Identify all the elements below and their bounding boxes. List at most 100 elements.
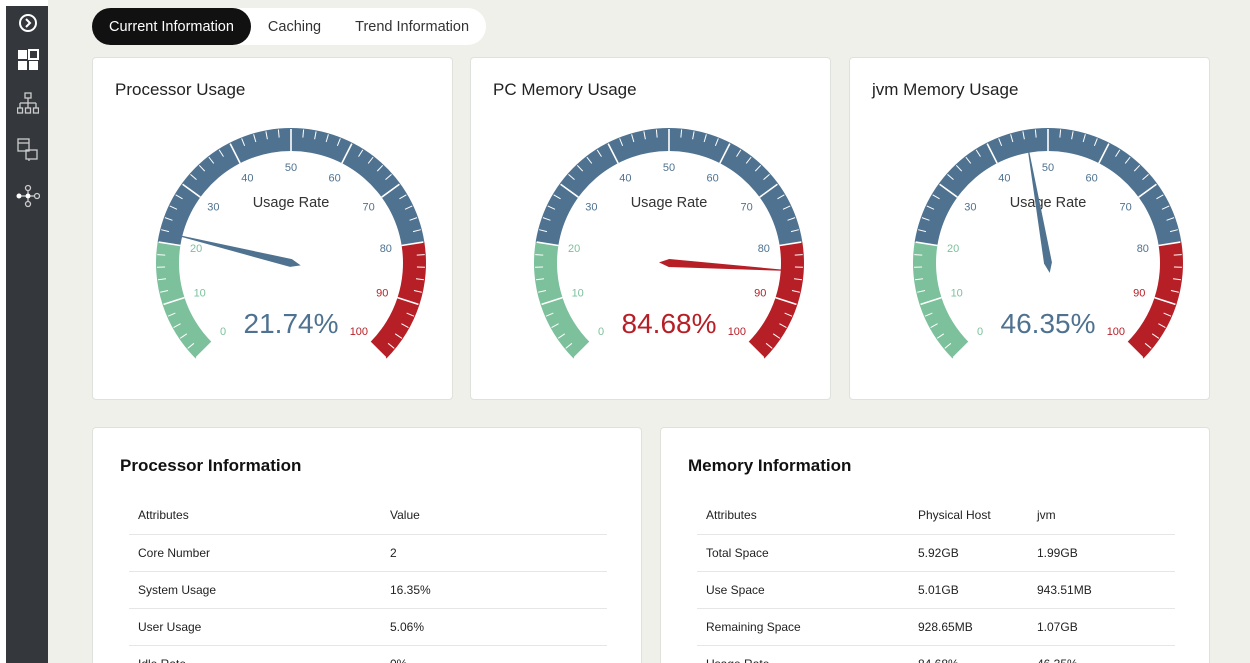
table-cell: 5.92GB [909,534,1028,572]
gauge-value: 46.35% [1001,308,1096,339]
tab-current-information[interactable]: Current Information [92,8,251,45]
header-cell: Attributes [697,497,909,535]
gauge-tick-label: 100 [350,326,368,338]
tab-bar: Current Information Caching Trend Inform… [92,8,487,45]
gauge-tick-label: 70 [741,202,753,214]
gauge-minor-tick [914,254,923,256]
table-row: Remaining Space 928.65MB 1.07GB [697,608,1175,646]
gauge-tick-label: 30 [207,202,219,214]
header-cell: jvm [1028,497,1175,535]
processor-usage-card: Processor Usage 0 10 20 30 40 50 60 70 80 90 100 Us… [92,57,453,400]
header-cell: Physical Host [909,497,1028,535]
processor-information-card: Processor Information Attributes Value C… [92,427,642,663]
table-row: Idle Rate 0% [129,645,607,663]
gauge-tick-label: 50 [1042,162,1054,174]
table-row: User Usage 5.06% [129,608,607,646]
gauge-tick-label: 20 [947,243,959,255]
gauge-tick-label: 30 [585,202,597,214]
gauge-tick-label: 70 [363,202,375,214]
gauge-band-low [913,241,969,359]
gauge-tick-label: 30 [964,202,976,214]
org-tree-icon[interactable] [16,92,40,116]
gauge-tick-label: 80 [758,243,770,255]
tab-caching[interactable]: Caching [251,8,338,45]
gauge-tick-label: 50 [663,162,675,174]
gauge-band-high [370,241,426,359]
gauge-tick-label: 90 [1133,288,1145,300]
gauge-value: 84.68% [622,308,717,339]
table-cell: 16.35% [381,571,607,609]
gauge-band-high [748,241,804,359]
gauge-tick-label: 90 [376,288,388,300]
table-cell: Use Space [697,571,909,609]
dashboard-grid-icon[interactable] [16,48,40,72]
table-cell: Usage Rate [697,645,909,663]
gauge-minor-tick [1173,254,1182,256]
jvm-memory-usage-gauge: 0 10 20 30 40 50 60 70 80 90 100 Usage Rate 46.35% [913,127,1183,359]
header-cell: Value [381,497,607,535]
gauge-subtitle: Usage Rate [631,195,708,211]
gauge-tick-label: 20 [568,243,580,255]
gauge-subtitle: Usage Rate [253,195,330,211]
table-header-row: Attributes Value [129,497,607,535]
gauge-band-low [156,241,212,359]
gauge-tick-label: 20 [190,243,202,255]
network-nodes-icon[interactable] [16,184,40,208]
table-cell: Total Space [697,534,909,572]
gauge-minor-tick [416,254,425,256]
gauge-tick-label: 10 [951,288,963,300]
gauge-tick-label: 100 [1107,326,1125,338]
gauge-tick-label: 10 [194,288,206,300]
gauge-minor-tick [157,254,166,256]
gauge-tick-label: 60 [706,172,718,184]
table-cell: 84.68% [909,645,1028,663]
jvm-memory-usage-card: jvm Memory Usage 0 10 20 30 40 50 60 70 80 90 100 U… [849,57,1210,400]
gauge-needle [161,231,301,267]
gauge-minor-tick [535,254,544,256]
sidebar [0,0,48,663]
processor-information-title: Processor Information [120,456,302,475]
gauge-needle [659,259,802,272]
tab-trend-information[interactable]: Trend Information [338,8,486,45]
collapse-arrow-icon[interactable] [16,11,40,35]
gauge-tick-label: 100 [728,326,746,338]
table-cell: 0% [381,645,607,663]
gauge-band-low [534,241,590,359]
table-cell: Core Number [129,534,381,572]
gauge-tick-label: 0 [598,326,604,338]
gauge-subtitle: Usage Rate [1010,195,1087,211]
table-cell: Remaining Space [697,608,909,646]
gauge-tick-label: 80 [1137,243,1149,255]
gauge-tick-label: 60 [1085,172,1097,184]
table-row: System Usage 16.35% [129,571,607,609]
gauge-tick-label: 70 [1120,202,1132,214]
gauge-tick-label: 0 [977,326,983,338]
gauge-tick-label: 0 [220,326,226,338]
table-cell: System Usage [129,571,381,609]
gauge-tick-label: 50 [285,162,297,174]
table-cell: Idle Rate [129,645,381,663]
table-cell: User Usage [129,608,381,646]
table-row: Usage Rate 84.68% 46.35% [697,645,1175,663]
table-row: Core Number 2 [129,534,607,572]
table-cell: 2 [381,534,607,572]
pc-memory-usage-gauge: 0 10 20 30 40 50 60 70 80 90 100 Usage Rate 84.68% [534,127,804,359]
table-cell: 1.07GB [1028,608,1175,646]
gauge-tick-label: 60 [328,172,340,184]
table-cell: 46.35% [1028,645,1175,663]
gauge-tick-label: 40 [998,172,1010,184]
table-cell: 5.06% [381,608,607,646]
gauge-band-high [1127,241,1183,359]
table-cell: 5.01GB [909,571,1028,609]
window-layers-icon[interactable] [16,138,40,162]
gauge-minor-tick [794,254,803,256]
processor-usage-gauge: 0 10 20 30 40 50 60 70 80 90 100 Usage Rate 21.74% [156,127,426,359]
processor-information-table: Attributes Value Core Number 2 System Us… [129,497,607,663]
memory-information-table: Attributes Physical Host jvm Total Space… [697,497,1175,663]
table-row: Total Space 5.92GB 1.99GB [697,534,1175,572]
header-cell: Attributes [129,497,381,535]
gauge-tick-label: 90 [754,288,766,300]
table-cell: 943.51MB [1028,571,1175,609]
gauge-tick-label: 40 [619,172,631,184]
table-cell: 928.65MB [909,608,1028,646]
